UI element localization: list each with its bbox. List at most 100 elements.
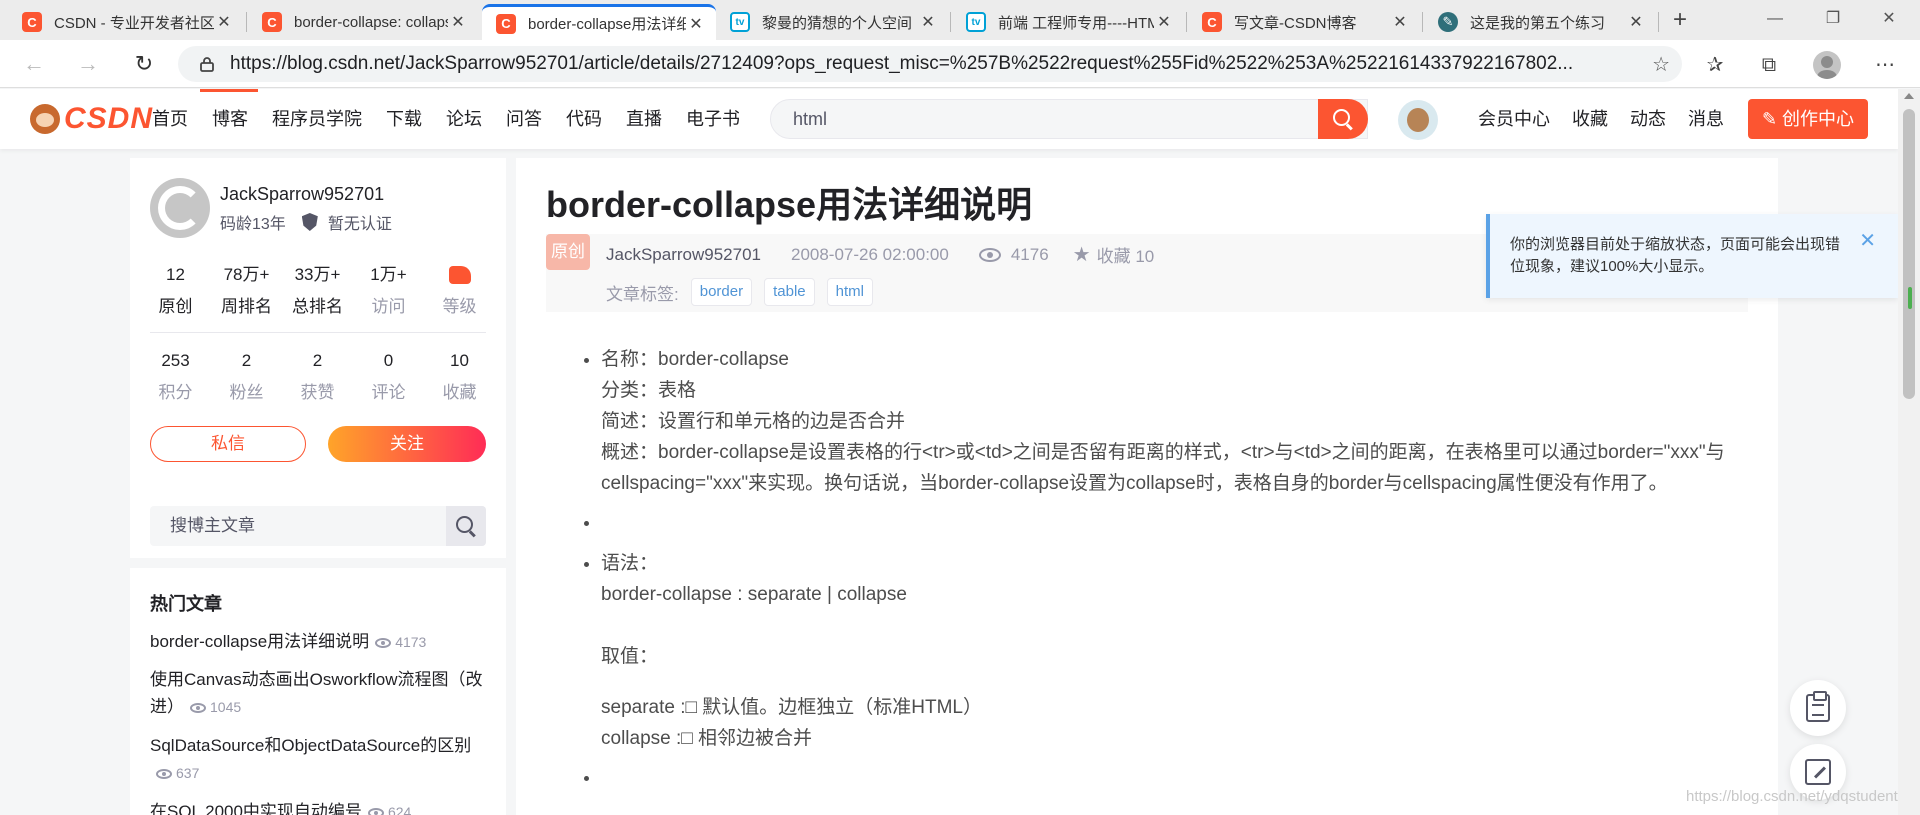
watermark: https://blog.csdn.net/ydqstudent — [1686, 788, 1898, 805]
favorites-icon[interactable]: ✰ — [1702, 52, 1728, 78]
close-icon[interactable]: ✕ — [214, 12, 234, 32]
bilibili-icon: tv — [966, 12, 986, 32]
tab-border-collapse-article[interactable]: C border-collapse用法详细说明 ✕ — [482, 4, 716, 40]
close-icon[interactable]: ✕ — [1626, 12, 1646, 32]
tag-border[interactable]: border — [690, 278, 753, 306]
monkey-logo-icon — [30, 104, 60, 134]
follow-button[interactable]: 关注 — [328, 426, 486, 462]
favorites-link[interactable]: 收藏 — [1572, 107, 1608, 131]
minimize-icon[interactable]: — — [1752, 4, 1798, 34]
pen-icon: ✎ — [1438, 12, 1458, 32]
create-center-button[interactable]: ✎ 创作中心 — [1748, 99, 1868, 139]
close-icon[interactable]: ✕ — [918, 12, 938, 32]
address-bar[interactable]: https://blog.csdn.net/JackSparrow952701/… — [178, 46, 1682, 82]
scrollbar-thumb[interactable] — [1903, 109, 1915, 399]
tab-csdn-home[interactable]: C CSDN - 专业开发者社区 ✕ — [8, 4, 244, 40]
nav-forum[interactable]: 论坛 — [446, 107, 482, 131]
nav-academy[interactable]: 程序员学院 — [272, 107, 362, 131]
stat-likes: 2 获赞 — [300, 351, 335, 402]
messages-link[interactable]: 消息 — [1688, 107, 1724, 131]
private-message-button[interactable]: 私信 — [150, 426, 306, 462]
nav-ebook[interactable]: 电子书 — [686, 107, 740, 131]
author-article-search[interactable]: 搜博主文章 — [150, 506, 486, 546]
close-icon[interactable]: ✕ — [448, 12, 468, 32]
stat-points: 253 积分 — [158, 351, 193, 402]
nav-code[interactable]: 代码 — [566, 107, 602, 131]
csdn-logo[interactable]: CSDN — [30, 102, 153, 135]
page-scrollbar[interactable] — [1898, 89, 1920, 815]
collections-icon[interactable]: ⧉ — [1756, 52, 1782, 78]
eye-icon — [375, 638, 392, 649]
list-item — [601, 762, 1751, 793]
site-search-input[interactable]: html — [770, 99, 1368, 139]
article-author-link[interactable]: JackSparrow952701 — [606, 245, 761, 265]
favorite-icon[interactable]: ★ — [1073, 242, 1091, 267]
nav-download[interactable]: 下载 — [386, 107, 422, 131]
more-menu-icon[interactable]: ⋯ — [1872, 52, 1898, 78]
tab-fifth-exercise[interactable]: ✎ 这是我的第五个练习 ✕ — [1424, 4, 1656, 40]
hot-article-item[interactable]: 使用Canvas动态画出Osworkflow流程图（改进） 1045 — [150, 666, 490, 721]
close-window-icon[interactable]: ✕ — [1866, 4, 1912, 34]
close-icon[interactable]: ✕ — [1390, 12, 1410, 32]
address-toolbar: ← → ↻ https://blog.csdn.net/JackSparrow9… — [0, 40, 1920, 88]
list-item: 名称：border-collapse 分类：表格 简述：设置行和单元格的边是否合… — [601, 344, 1751, 499]
author-name[interactable]: JackSparrow952701 — [220, 184, 384, 205]
tag-table[interactable]: table — [764, 278, 815, 306]
favorite-star-icon[interactable]: ☆ — [1652, 52, 1670, 77]
list-item — [601, 507, 1751, 538]
tab-bilibili-frontend[interactable]: tv 前端 工程师专用----HTML ✕ — [952, 4, 1184, 40]
close-icon[interactable]: ✕ — [1154, 12, 1174, 32]
article-title: border-collapse用法详细说明 — [546, 184, 1033, 225]
restore-icon[interactable]: ❐ — [1810, 4, 1856, 34]
url-text: https://blog.csdn.net/JackSparrow952701/… — [230, 53, 1574, 74]
nav-blog[interactable]: 博客 — [212, 107, 248, 131]
nav-qa[interactable]: 问答 — [506, 107, 542, 131]
csdn-icon: C — [262, 12, 282, 32]
stat-level[interactable]: 等级 — [424, 262, 495, 317]
author-search-button[interactable] — [446, 506, 486, 546]
nav-home[interactable]: 首页 — [152, 107, 188, 131]
scroll-up-arrow-icon[interactable] — [1904, 93, 1914, 99]
profile-avatar[interactable] — [1813, 51, 1841, 79]
stat-original[interactable]: 12 原创 — [140, 262, 211, 317]
search-icon — [1333, 109, 1353, 129]
hot-article-item[interactable]: SqlDataSource和ObjectDataSource的区别637 — [150, 732, 490, 787]
search-icon — [456, 516, 476, 536]
author-avatar[interactable] — [150, 178, 210, 238]
edit-icon — [1805, 759, 1831, 785]
forward-icon[interactable]: → — [72, 48, 104, 80]
tab-bilibili-space[interactable]: tv 黎曼的猜想的个人空间 ✕ — [716, 4, 948, 40]
original-badge: 原创 — [546, 234, 590, 270]
member-center-link[interactable]: 会员中心 — [1478, 107, 1550, 131]
tag-html[interactable]: html — [826, 278, 873, 306]
close-icon[interactable]: ✕ — [1859, 228, 1876, 253]
stat-total-rank[interactable]: 33万+ 总排名 — [282, 262, 353, 317]
user-links: 会员中心 收藏 动态 消息 — [1478, 107, 1746, 131]
article-tags: 文章标签: border table html — [606, 278, 873, 306]
author-stats-row-1: 12 原创 78万+ 周排名 33万+ 总排名 1万+ 访问 等级 — [140, 262, 496, 317]
stat-fans[interactable]: 2 粉丝 — [211, 348, 282, 403]
activity-link[interactable]: 动态 — [1630, 107, 1666, 131]
close-icon[interactable]: ✕ — [686, 14, 706, 34]
hot-articles-card: 热门文章 border-collapse用法详细说明 4173 使用Canvas动… — [130, 568, 506, 815]
author-search-input[interactable]: 搜博主文章 — [170, 506, 255, 546]
article-date: 2008-07-26 02:00:00 — [790, 244, 949, 264]
stat-week-rank[interactable]: 78万+ 周排名 — [211, 262, 282, 317]
directory-button[interactable] — [1790, 680, 1846, 736]
csdn-icon: C — [22, 12, 42, 32]
new-tab-icon[interactable]: + — [1668, 6, 1692, 34]
bilibili-icon: tv — [730, 12, 750, 32]
user-avatar[interactable] — [1398, 100, 1438, 140]
tab-csdn-write[interactable]: C 写文章-CSDN博客 ✕ — [1188, 4, 1420, 40]
tab-border-collapse-collapse[interactable]: C border-collapse: collapse ✕ — [248, 4, 478, 40]
site-search-button[interactable] — [1318, 99, 1368, 139]
back-icon[interactable]: ← — [18, 48, 50, 80]
reload-icon[interactable]: ↻ — [128, 48, 160, 80]
hot-article-item[interactable]: 在SQL 2000中实现自动编号 624 — [150, 798, 490, 815]
article-fav-count[interactable]: 收藏 10 — [1097, 242, 1155, 267]
hot-article-item[interactable]: border-collapse用法详细说明 4173 — [150, 628, 490, 656]
csdn-toolbar: CSDN 首页 博客 程序员学院 下载 论坛 问答 代码 直播 电子书 html… — [0, 89, 1898, 149]
nav-live[interactable]: 直播 — [626, 107, 662, 131]
level-badge-icon — [448, 266, 471, 284]
stat-visits[interactable]: 1万+ 访问 — [353, 262, 424, 317]
